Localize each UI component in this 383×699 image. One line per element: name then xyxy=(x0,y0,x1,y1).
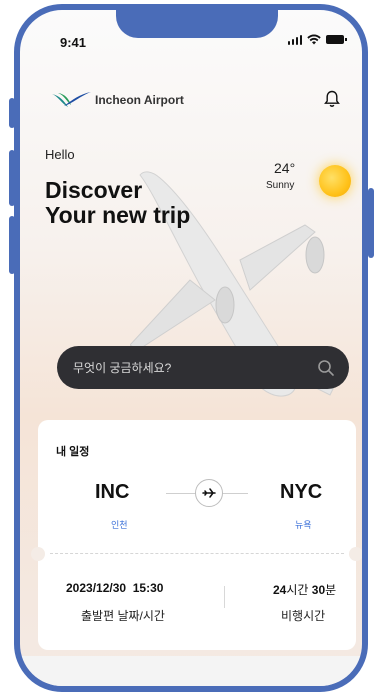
origin-city: 인천 xyxy=(111,520,128,530)
bell-icon[interactable] xyxy=(324,90,340,108)
status-time: 9:41 xyxy=(60,35,87,50)
wifi-icon xyxy=(307,34,321,45)
temperature: 24° xyxy=(274,160,296,176)
airplane-icon xyxy=(195,479,223,507)
phone-notch xyxy=(116,10,278,38)
ticket-divider xyxy=(50,553,344,554)
side-button-power xyxy=(368,188,374,258)
status-icons xyxy=(287,34,347,45)
brand-logo[interactable]: Incheon Airport xyxy=(50,90,184,110)
trip-card-title: 내 일정 xyxy=(56,446,90,458)
duration-minutes-unit: 분 xyxy=(325,583,337,597)
duration-hours: 24 xyxy=(273,583,287,597)
page-title: Discover Your new trip xyxy=(45,178,190,228)
search-bar[interactable]: 무엇이 궁금하세요? xyxy=(57,346,349,389)
sun-icon xyxy=(319,165,351,197)
info-divider xyxy=(224,586,225,608)
greeting: Hello xyxy=(45,147,75,162)
weather-condition: Sunny xyxy=(266,180,295,191)
search-input[interactable]: 무엇이 궁금하세요? xyxy=(73,359,171,376)
bottom-bar xyxy=(20,656,362,686)
duration-minutes: 30 xyxy=(311,583,326,597)
brand-name: Incheon Airport xyxy=(95,93,184,107)
departure-datetime: 2023/12/30 15:30 xyxy=(66,581,164,595)
phone-screen: 9:41 Incheon Airport Hello Discover Your… xyxy=(14,4,368,692)
trip-card[interactable]: 내 일정 INC 인천 NYC 뉴욕 2023/12/30 15:30 출발편 … xyxy=(31,420,362,650)
search-icon[interactable] xyxy=(317,359,335,377)
destination-city: 뉴욕 xyxy=(295,520,312,530)
duration-hours-unit: 시간 xyxy=(286,583,309,597)
departure-label: 출발편 날짜/시간 xyxy=(81,609,165,623)
flight-duration: 24시간 30분 xyxy=(273,581,336,598)
duration-label: 비행시간 xyxy=(281,609,326,623)
logo-icon xyxy=(52,92,91,107)
battery-icon xyxy=(326,35,347,44)
headline-line-1: Discover xyxy=(45,177,143,203)
headline-line-2: Your new trip xyxy=(45,202,191,228)
ticket-notch-right xyxy=(349,547,362,561)
origin-code: INC xyxy=(95,481,130,503)
signal-icon xyxy=(287,35,302,45)
ticket-notch-left xyxy=(31,547,45,561)
destination-code: NYC xyxy=(280,481,323,503)
